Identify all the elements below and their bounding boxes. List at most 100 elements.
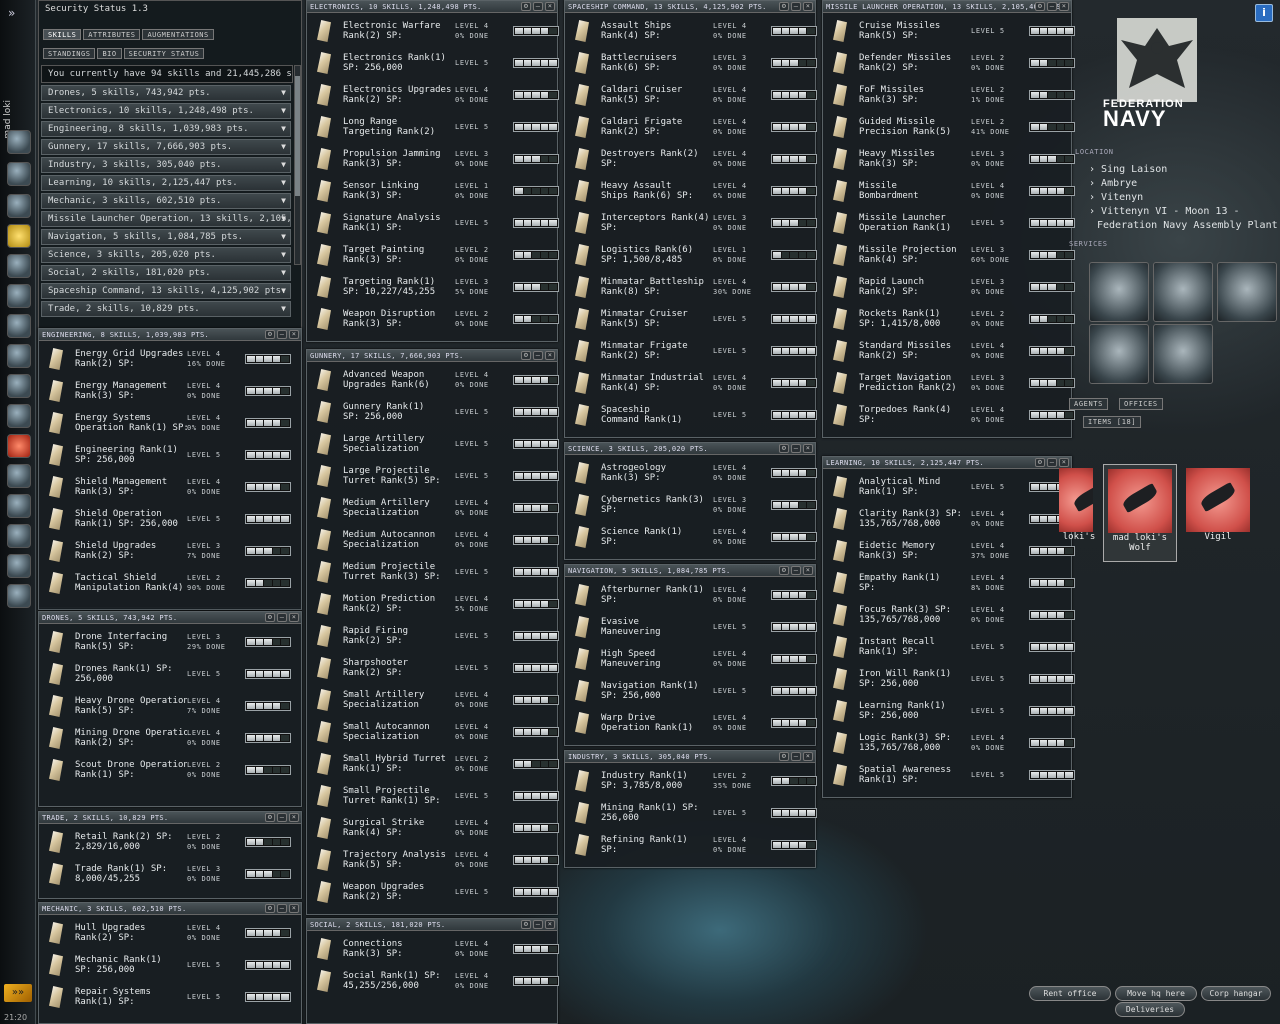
skill-row[interactable]: Interceptors Rank(4) SP: LEVEL 3 0% DONE <box>567 207 817 239</box>
skill-group-row[interactable]: Science, 3 skills, 205,020 pts. ▼ <box>41 247 291 263</box>
skill-row[interactable]: Signature Analysis Rank(1) SP: LEVEL 5 <box>309 207 559 239</box>
panel-header[interactable]: NAVIGATION, 5 SKILLS, 1,084,785 PTS. ⚙ – × <box>565 565 815 577</box>
skill-row[interactable]: Small Artillery Specialization LEVEL 4 0% D… <box>309 684 559 716</box>
minimize-icon[interactable]: – <box>277 613 287 622</box>
close-icon[interactable]: × <box>545 351 555 360</box>
chevron-down-icon[interactable]: ▼ <box>281 176 286 190</box>
skill-group-row[interactable]: Missile Launcher Operation, 13 skills, 2… <box>41 211 291 227</box>
chevron-down-icon[interactable]: ▼ <box>281 86 286 100</box>
location-system[interactable]: › Vitenyn <box>1089 192 1143 203</box>
settings-icon[interactable]: ⚙ <box>265 904 275 913</box>
fitting-icon[interactable] <box>7 464 31 488</box>
skill-row[interactable]: Large Artillery Specialization LEVEL 5 <box>309 428 559 460</box>
skill-row[interactable]: Shield Operation Rank(1) SP: 256,000 LEVEL… <box>41 503 291 535</box>
tab-offices[interactable]: OFFICES <box>1119 398 1163 410</box>
journal-icon[interactable] <box>7 404 31 428</box>
chevron-down-icon[interactable]: ▼ <box>281 140 286 154</box>
minimize-icon[interactable]: – <box>791 752 801 761</box>
skill-row[interactable]: Tactical Shield Manipulation Rank(4) LEVEL… <box>41 567 291 599</box>
chevron-down-icon[interactable]: ▼ <box>281 104 286 118</box>
skill-group-row[interactable]: Industry, 3 skills, 305,040 pts. ▼ <box>41 157 291 173</box>
skill-group-row[interactable]: Social, 2 skills, 181,020 pts. ▼ <box>41 265 291 281</box>
close-icon[interactable]: × <box>803 752 813 761</box>
panel-header[interactable]: SPACESHIP COMMAND, 13 SKILLS, 4,125,902 … <box>565 1 815 13</box>
cargo-icon[interactable] <box>7 344 31 368</box>
skill-row[interactable]: Energy Management Rank(3) SP: LEVEL 4 0% DO… <box>41 375 291 407</box>
chevron-down-icon[interactable]: ▼ <box>281 212 286 226</box>
panel-header[interactable]: MECHANIC, 3 SKILLS, 602,510 PTS. ⚙ – × <box>39 903 301 915</box>
chevron-down-icon[interactable]: ▼ <box>281 284 286 298</box>
tab-attributes[interactable]: ATTRIBUTES <box>83 29 141 40</box>
corp-hangar-button[interactable]: Corp hangar <box>1201 986 1271 1001</box>
skill-row[interactable]: Heavy Assault Ships Rank(6) SP: LEVEL 4 6% … <box>567 175 817 207</box>
skill-row[interactable]: Cybernetics Rank(3) SP: LEVEL 3 0% DONE <box>567 489 817 521</box>
expand-chevron-icon[interactable]: » <box>8 6 15 20</box>
settings-icon[interactable]: ⚙ <box>779 444 789 453</box>
audio-icon[interactable] <box>7 554 31 578</box>
minimize-icon[interactable]: – <box>533 920 543 929</box>
chevron-down-icon[interactable]: ▼ <box>281 158 286 172</box>
rent-office-button[interactable]: Rent office <box>1029 986 1111 1001</box>
minimize-icon[interactable]: – <box>791 444 801 453</box>
skill-row[interactable]: Repair Systems Rank(1) SP: LEVEL 5 <box>41 981 291 1013</box>
market-service-icon[interactable] <box>1153 262 1213 322</box>
minimize-icon[interactable]: – <box>277 330 287 339</box>
minimize-icon[interactable]: – <box>277 904 287 913</box>
medical-service-icon[interactable] <box>1089 324 1149 384</box>
panel-header[interactable]: ELECTRONICS, 10 SKILLS, 1,248,498 PTS. ⚙ –… <box>307 1 557 13</box>
skill-row[interactable]: Hull Upgrades Rank(2) SP: LEVEL 4 0% DONE <box>41 917 291 949</box>
skill-group-row[interactable]: Navigation, 5 skills, 1,084,785 pts. ▼ <box>41 229 291 245</box>
location-region[interactable]: › Sing Laison <box>1089 164 1167 175</box>
minimize-icon[interactable]: – <box>533 351 543 360</box>
fitting-service-icon[interactable] <box>1153 324 1213 384</box>
skill-group-row[interactable]: Engineering, 8 skills, 1,039,983 pts. ▼ <box>41 121 291 137</box>
skill-row[interactable]: Surgical Strike Rank(4) SP: LEVEL 4 0% DONE <box>309 812 559 844</box>
settings-icon[interactable]: ⚙ <box>265 613 275 622</box>
panel-header[interactable]: SCIENCE, 3 SKILLS, 205,020 PTS. ⚙ – × <box>565 443 815 455</box>
skill-row[interactable]: Assault Ships Rank(4) SP: LEVEL 4 0% DONE <box>567 15 817 47</box>
skill-row[interactable]: Logistics Rank(6) SP: 1,500/8,485 LEVEL 10… <box>567 239 817 271</box>
browser-icon[interactable] <box>7 494 31 518</box>
skill-row[interactable]: Destroyers Rank(2) SP: LEVEL 4 0% DONE <box>567 143 817 175</box>
settings-icon[interactable]: ⚙ <box>265 330 275 339</box>
corporation-icon[interactable] <box>7 314 31 338</box>
location-constellation[interactable]: › Ambrye <box>1089 178 1137 189</box>
tab-agents[interactable]: AGENTS <box>1069 398 1108 410</box>
skill-row[interactable]: Mining Rank(1) SP: 256,000 LEVEL 5 <box>567 797 817 829</box>
skill-row[interactable]: Evasive Maneuvering LEVEL 5 <box>567 611 817 643</box>
skill-row[interactable]: Afterburner Rank(1) SP: LEVEL 4 0% DONE <box>567 579 817 611</box>
skill-row[interactable]: Trajectory Analysis Rank(5) SP: LEVEL 4 0% … <box>309 844 559 876</box>
minimize-icon[interactable]: – <box>791 2 801 11</box>
skill-row[interactable]: Social Rank(1) SP: 45,255/256,000 LEVEL 40… <box>309 965 559 997</box>
tab-standings[interactable]: STANDINGS <box>43 48 96 59</box>
skill-row[interactable]: Medium Projectile Turret Rank(3) SP: LEVEL… <box>309 556 559 588</box>
settings-icon[interactable]: ⚙ <box>521 351 531 360</box>
settings-icon[interactable]: ⚙ <box>521 920 531 929</box>
tab-augmentations[interactable]: AUGMENTATIONS <box>142 29 214 40</box>
skill-row[interactable]: Connections Rank(3) SP: LEVEL 4 0% DONE <box>309 933 559 965</box>
skill-row[interactable]: Engineering Rank(1) SP: 256,000 LEVEL 5 <box>41 439 291 471</box>
skill-row[interactable]: Shield Management Rank(3) SP: LEVEL 4 0% DO… <box>41 471 291 503</box>
skill-row[interactable]: Small Projectile Turret Rank(1) SP: LEVEL … <box>309 780 559 812</box>
skill-row[interactable]: Navigation Rank(1) SP: 256,000 LEVEL 5 <box>567 675 817 707</box>
chevron-down-icon[interactable]: ▼ <box>281 266 286 280</box>
skill-row[interactable]: Advanced Weapon Upgrades Rank(6) LEVEL 4 0%… <box>309 364 559 396</box>
skill-row[interactable]: Medium Artillery Specialization LEVEL 4 0% … <box>309 492 559 524</box>
panel-header[interactable]: DRONES, 5 SKILLS, 743,942 PTS. ⚙ – × <box>39 612 301 624</box>
skill-row[interactable]: Sensor Linking Rank(3) SP: LEVEL 1 0% DONE <box>309 175 559 207</box>
skill-row[interactable]: Sharpshooter Rank(2) SP: LEVEL 5 <box>309 652 559 684</box>
skill-group-row[interactable]: Trade, 2 skills, 10,829 pts. ▼ <box>41 301 291 317</box>
minimize-icon[interactable]: – <box>277 813 287 822</box>
map-icon[interactable] <box>7 284 31 308</box>
skill-row[interactable]: Warp Drive Operation Rank(1) LEVEL 4 0% DON… <box>567 707 817 739</box>
close-icon[interactable]: × <box>545 2 555 11</box>
close-icon[interactable]: × <box>803 444 813 453</box>
skill-row[interactable]: Weapon Upgrades Rank(2) SP: LEVEL 5 <box>309 876 559 908</box>
chevron-down-icon[interactable]: ▼ <box>281 122 286 136</box>
skill-row[interactable]: Electronic Warfare Rank(2) SP: LEVEL 4 0% D… <box>309 15 559 47</box>
settings-icon[interactable]: ⚙ <box>779 566 789 575</box>
settings-icon[interactable]: ⚙ <box>779 2 789 11</box>
info-icon[interactable]: i <box>1255 4 1273 22</box>
tab-skills[interactable]: SKILLS <box>43 29 82 40</box>
skill-row[interactable]: Science Rank(1) SP: LEVEL 4 0% DONE <box>567 521 817 553</box>
